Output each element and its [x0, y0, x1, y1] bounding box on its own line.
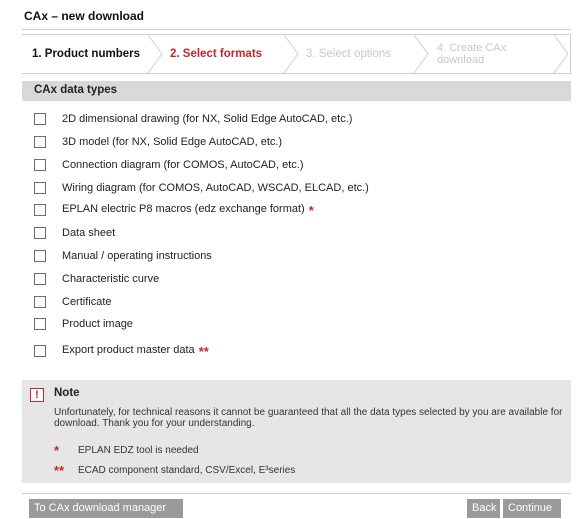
option-label: Connection diagram (for COMOS, AutoCAD, … — [62, 159, 304, 171]
checkbox[interactable] — [34, 136, 46, 148]
warning-icon: ! — [30, 388, 44, 402]
checkbox[interactable] — [34, 113, 46, 125]
option-connection-diagram[interactable]: Connection diagram (for COMOS, AutoCAD, … — [34, 157, 303, 173]
option-wiring-diagram[interactable]: Wiring diagram (for COMOS, AutoCAD, WSCA… — [34, 180, 369, 196]
option-3d-model[interactable]: 3D model (for NX, Solid Edge AutoCAD, et… — [34, 134, 282, 150]
option-label: 2D dimensional drawing (for NX, Solid Ed… — [62, 113, 353, 125]
window-title: CAx – new download — [22, 8, 571, 30]
checkbox[interactable] — [34, 345, 46, 357]
checkbox[interactable] — [34, 250, 46, 262]
checkbox[interactable] — [34, 296, 46, 308]
step-label: 4. Create CAx download — [437, 42, 507, 66]
option-manual[interactable]: Manual / operating instructions — [34, 248, 212, 264]
step-label: 1. Product numbers — [32, 48, 140, 60]
option-text: EPLAN electric P8 macros (edz exchange f… — [62, 202, 305, 215]
checkbox[interactable] — [34, 318, 46, 330]
step-select-options: 3. Select options — [302, 35, 417, 73]
option-eplan-macros[interactable]: EPLAN electric P8 macros (edz exchange f… — [34, 202, 314, 218]
footnote-eplan: * EPLAN EDZ tool is needed — [54, 443, 199, 458]
option-label: Manual / operating instructions — [62, 250, 212, 262]
step-product-numbers[interactable]: 1. Product numbers — [28, 35, 158, 73]
option-text: Export product master data — [62, 343, 195, 356]
required-marker: * — [308, 202, 314, 218]
step-label: 3. Select options — [306, 48, 392, 60]
checkbox[interactable] — [34, 182, 46, 194]
option-2d-drawing[interactable]: 2D dimensional drawing (for NX, Solid Ed… — [34, 111, 352, 127]
note-box: ! Note Unfortunately, for technical reas… — [22, 380, 571, 483]
option-certificate[interactable]: Certificate — [34, 294, 112, 310]
option-product-image[interactable]: Product image — [34, 316, 133, 332]
option-label: Wiring diagram (for COMOS, AutoCAD, WSCA… — [62, 182, 369, 194]
footnote-marker: * — [54, 443, 60, 458]
option-characteristic-curve[interactable]: Characteristic curve — [34, 271, 159, 287]
option-label: Product image — [62, 318, 133, 330]
checkbox[interactable] — [34, 273, 46, 285]
checkbox[interactable] — [34, 204, 46, 216]
step-label: 2. Select formats — [170, 48, 263, 60]
footnote-marker: ** — [54, 463, 65, 478]
required-marker: ** — [198, 343, 209, 359]
step-create-download: 4. Create CAx download — [437, 35, 557, 73]
continue-button[interactable]: Continue — [503, 499, 561, 518]
option-label: EPLAN electric P8 macros (edz exchange f… — [62, 203, 314, 218]
option-label: Data sheet — [62, 227, 116, 239]
option-label: Characteristic curve — [62, 273, 160, 285]
divider — [22, 493, 571, 494]
note-title: Note — [54, 387, 80, 399]
option-export-master-data[interactable]: Export product master data ** — [34, 343, 209, 359]
step-select-formats[interactable]: 2. Select formats — [166, 35, 306, 73]
footnote-ecad: ** ECAD component standard, CSV/Excel, E… — [54, 463, 295, 478]
wizard-steps: 1. Product numbers 2. Select formats 3. … — [22, 34, 571, 74]
option-data-sheet[interactable]: Data sheet — [34, 225, 115, 241]
option-label: Certificate — [62, 296, 112, 308]
footnote-text: EPLAN EDZ tool is needed — [78, 445, 199, 456]
footnote-text: ECAD component standard, CSV/Excel, E³se… — [78, 465, 296, 476]
note-text: Unfortunately, for technical reasons it … — [54, 407, 563, 429]
checkbox[interactable] — [34, 227, 46, 239]
option-label: Export product master data ** — [62, 344, 209, 359]
back-button[interactable]: Back — [467, 499, 500, 518]
checkbox[interactable] — [34, 159, 46, 171]
option-label: 3D model (for NX, Solid Edge AutoCAD, et… — [62, 136, 283, 148]
download-manager-button[interactable]: To CAx download manager — [29, 499, 183, 518]
section-title: CAx data types — [22, 81, 571, 101]
